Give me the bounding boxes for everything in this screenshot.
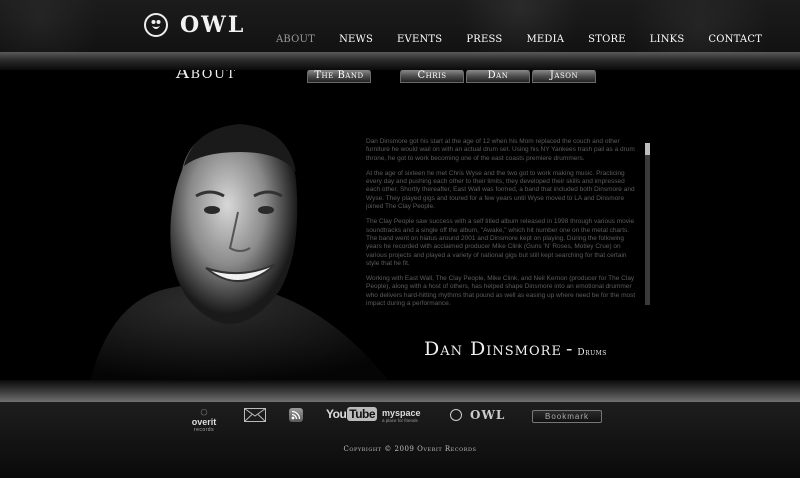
- owl-logo-icon: [144, 13, 168, 37]
- myspace-tagline: a place for friends: [382, 418, 418, 423]
- member-separator: -: [565, 338, 574, 360]
- tab-chris[interactable]: Chris: [400, 70, 464, 83]
- nav-press[interactable]: PRESS: [466, 34, 502, 45]
- nav-news[interactable]: NEWS: [339, 34, 373, 45]
- bio-scrollbar[interactable]: [645, 143, 650, 305]
- overit-sub: records: [193, 427, 215, 433]
- tab-dan[interactable]: Dan: [466, 70, 530, 83]
- rss-icon[interactable]: [289, 408, 303, 422]
- bookmark-button[interactable]: Bookmark: [532, 410, 602, 423]
- site-logo[interactable]: OWL: [144, 11, 245, 39]
- member-role: Drums: [577, 348, 607, 358]
- footer-divider: [0, 380, 800, 402]
- main-nav: ABOUT NEWS EVENTS PRESS MEDIA STORE LINK…: [276, 34, 762, 45]
- bio-paragraph: At the age of sixteen he met Chris Wyse …: [366, 169, 635, 211]
- site-header: OWL ABOUT NEWS EVENTS PRESS MEDIA STORE …: [0, 0, 800, 52]
- footer-owl-text: OWL: [470, 408, 506, 422]
- member-portrait: [90, 124, 389, 380]
- member-name: Dan Dinsmore: [424, 338, 562, 360]
- nav-contact[interactable]: CONTACT: [708, 34, 762, 45]
- mail-icon[interactable]: [244, 408, 266, 427]
- site-footer: ◌ overit records You Tube myspace a place…: [0, 402, 800, 478]
- bio-paragraph: Dan Dinsmore got his start at the age of…: [366, 138, 635, 162]
- tab-jason[interactable]: Jason: [532, 70, 596, 83]
- nav-media[interactable]: MEDIA: [526, 34, 564, 45]
- youtube-logo[interactable]: You Tube: [326, 407, 378, 421]
- myspace-name: myspace: [382, 408, 421, 418]
- bio-paragraph: The Clay People saw success with a self …: [366, 218, 635, 267]
- header-divider: [0, 52, 800, 70]
- tab-the-band[interactable]: The Band: [307, 70, 371, 83]
- youtube-tube: Tube: [347, 407, 378, 421]
- logo-text: OWL: [180, 12, 246, 38]
- nav-about[interactable]: ABOUT: [276, 34, 315, 45]
- nav-store[interactable]: STORE: [588, 34, 626, 45]
- page-title: About: [176, 70, 237, 83]
- member-name-heading: Dan Dinsmore - Drums: [424, 338, 607, 360]
- bio-paragraph: Working with East Wall, The Clay People,…: [366, 275, 636, 308]
- nav-links[interactable]: LINKS: [650, 34, 685, 45]
- owl-logo-icon: [450, 409, 462, 421]
- nav-events[interactable]: EVENTS: [397, 34, 442, 45]
- youtube-you: You: [326, 407, 347, 421]
- myspace-logo[interactable]: myspace a place for friends: [382, 408, 421, 424]
- scrollbar-thumb[interactable]: [645, 143, 650, 155]
- copyright-text: Copyright © 2009 Overit Records: [343, 445, 477, 453]
- overit-records-logo[interactable]: ◌ overit records: [186, 405, 222, 433]
- overit-name: overit: [191, 417, 217, 427]
- footer-owl-logo[interactable]: OWL: [450, 408, 505, 422]
- main-content: About The Band Chris Dan Jason Dan Dinsm…: [0, 70, 800, 380]
